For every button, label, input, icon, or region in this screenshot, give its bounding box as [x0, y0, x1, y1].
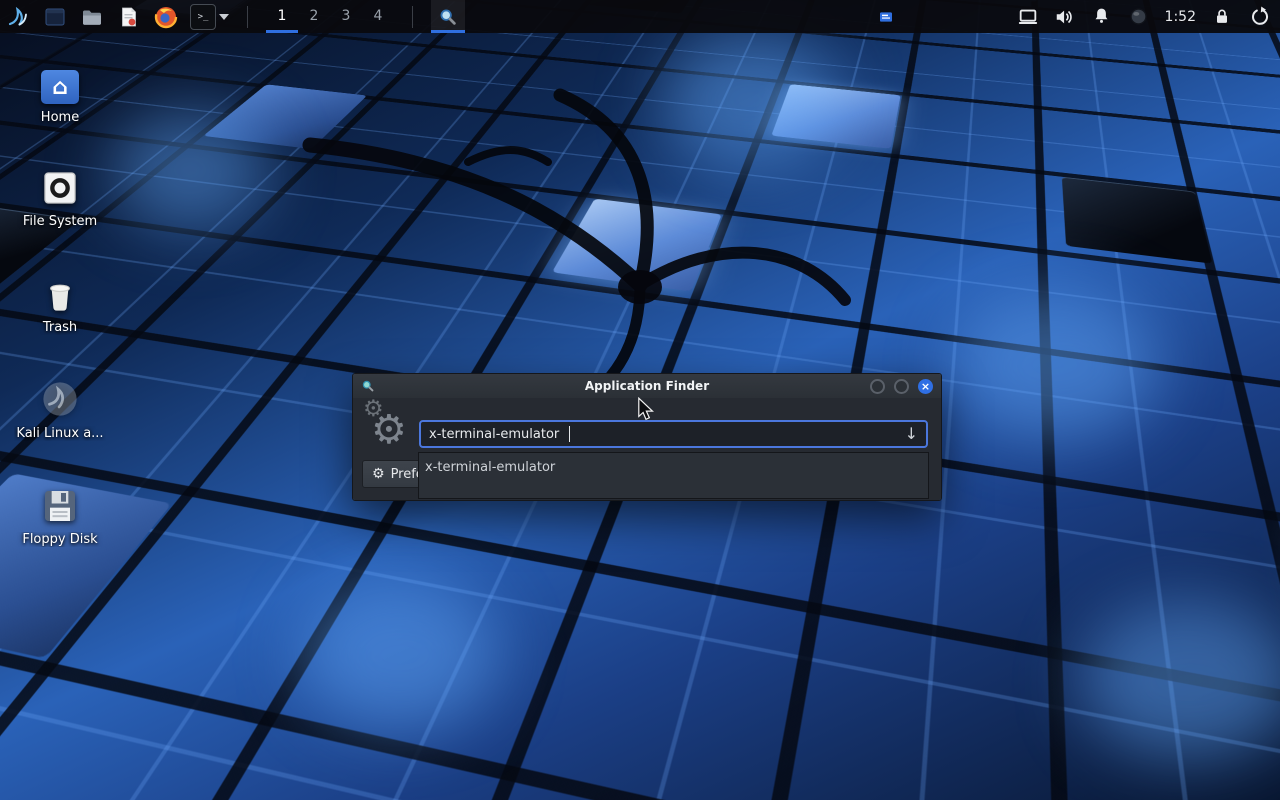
- clock[interactable]: 1:52: [1165, 9, 1196, 25]
- application-finder-window: Application Finder × ⚙ ⚙ x-terminal-emul…: [352, 373, 942, 501]
- power-restart-icon[interactable]: [1248, 6, 1270, 28]
- desktop-icon-trash[interactable]: Trash: [14, 266, 106, 335]
- desktop-icon-home[interactable]: ⌂ Home: [14, 56, 106, 125]
- desktop-icon-label: File System: [14, 214, 106, 229]
- text-caret: [569, 426, 570, 442]
- firefox-icon[interactable]: [153, 4, 179, 30]
- terminal-prompt-glyph: >_: [198, 12, 209, 22]
- desktop-icon-file-system[interactable]: File System: [14, 160, 106, 229]
- completion-popup: x-terminal-emulator: [418, 452, 929, 499]
- status-blue-icon[interactable]: [878, 8, 895, 25]
- house-glyph: ⌂: [52, 75, 68, 100]
- top-panel: >_ 1 2 3 4: [0, 0, 1280, 33]
- file-manager-icon[interactable]: [79, 4, 105, 30]
- window-title: Application Finder: [353, 379, 941, 393]
- close-button[interactable]: ×: [918, 379, 933, 394]
- terminal-launcher-group: >_: [190, 4, 229, 30]
- maximize-button[interactable]: [894, 379, 909, 394]
- workspace-1[interactable]: 1: [266, 0, 298, 33]
- window-titlebar[interactable]: Application Finder ×: [353, 374, 941, 398]
- gear-icon: ⚙: [372, 466, 385, 482]
- display-icon[interactable]: [1017, 6, 1039, 28]
- cube-tile: [1062, 177, 1213, 264]
- file-system-icon: [14, 160, 106, 208]
- workspace-2[interactable]: 2: [298, 0, 330, 33]
- dark-window-icon[interactable]: [42, 4, 68, 30]
- panel-separator: [247, 6, 248, 28]
- home-icon: ⌂: [14, 56, 106, 104]
- wallpaper-glow: [300, 580, 500, 730]
- desktop-icon-label: Kali Linux a...: [14, 426, 106, 441]
- kali-menu-icon[interactable]: [5, 4, 31, 30]
- desktop-icon-kali-linux[interactable]: Kali Linux a...: [14, 372, 106, 441]
- desktop-icon-floppy-disk[interactable]: Floppy Disk: [14, 478, 106, 547]
- volume-icon[interactable]: [1054, 6, 1076, 28]
- workspace-3[interactable]: 3: [330, 0, 362, 33]
- desktop-icon-label: Home: [14, 110, 106, 125]
- workspace-4[interactable]: 4: [362, 0, 394, 33]
- floppy-disk-icon: [14, 478, 106, 526]
- window-controls: ×: [870, 379, 941, 394]
- text-editor-icon[interactable]: [116, 4, 142, 30]
- desktop-icon-label: Trash: [14, 320, 106, 335]
- chevron-down-icon[interactable]: [219, 14, 229, 20]
- status-circle-icon[interactable]: [1128, 6, 1150, 28]
- window-body: ⚙ ⚙ x-terminal-emulator ↓ ⚙ Preferences …: [353, 398, 941, 500]
- search-input-value: x-terminal-emulator: [429, 427, 559, 442]
- taskbar-application-finder[interactable]: [431, 0, 465, 33]
- application-finder-icon: [361, 379, 375, 393]
- lock-icon[interactable]: [1211, 6, 1233, 28]
- panel-left-cluster: >_ 1 2 3 4: [0, 0, 465, 33]
- search-input[interactable]: x-terminal-emulator ↓: [419, 420, 928, 448]
- tray-spacer: [910, 16, 1002, 17]
- gear-glyph-big: ⚙: [371, 410, 407, 450]
- preferences-gear-icon: ⚙ ⚙: [367, 400, 417, 456]
- wallpaper-glow: [110, 110, 270, 230]
- desktop-icon-label: Floppy Disk: [14, 532, 106, 547]
- dropdown-arrow-icon[interactable]: ↓: [905, 426, 918, 442]
- notifications-bell-icon[interactable]: [1091, 6, 1113, 28]
- panel-separator: [412, 6, 413, 28]
- panel-right-cluster: 1:52: [878, 6, 1280, 28]
- trash-icon: [14, 266, 106, 314]
- terminal-icon[interactable]: >_: [190, 4, 216, 30]
- kali-disc-icon: [14, 372, 106, 420]
- minimize-button[interactable]: [870, 379, 885, 394]
- workspace-switcher: 1 2 3 4: [266, 0, 394, 33]
- completion-item[interactable]: x-terminal-emulator: [425, 460, 922, 475]
- magnifier-icon: [438, 7, 458, 27]
